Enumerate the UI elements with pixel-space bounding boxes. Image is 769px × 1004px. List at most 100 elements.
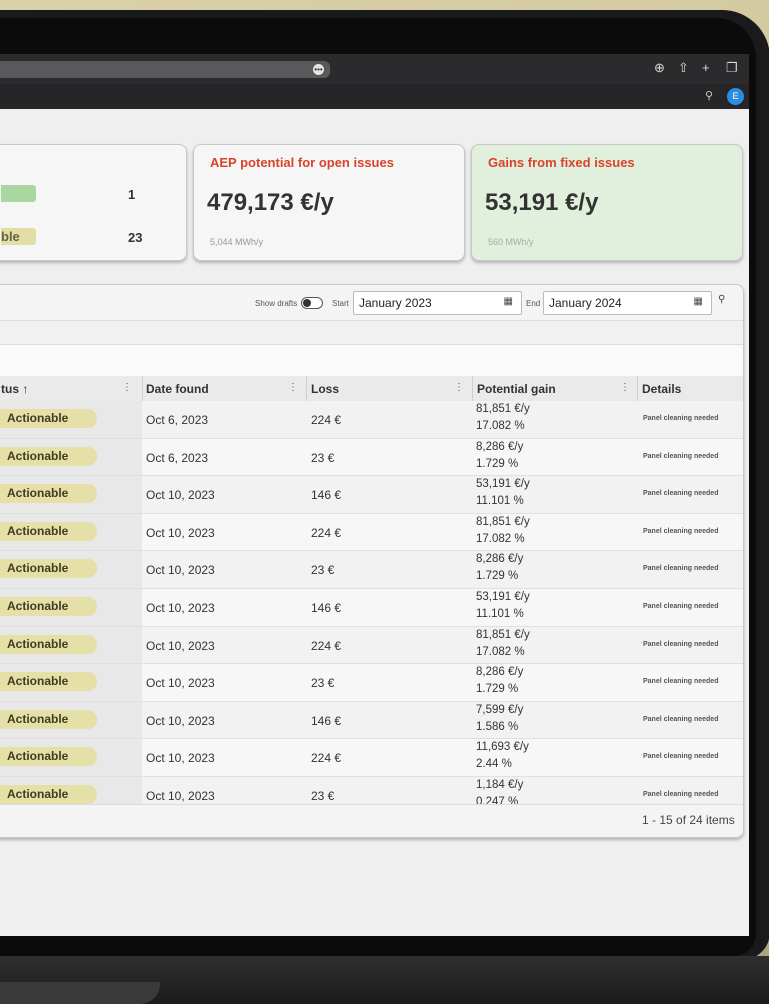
loss-cell: 224 €	[311, 413, 342, 427]
date-found-cell: Oct 10, 2023	[146, 676, 215, 691]
status-bar-green	[1, 185, 36, 202]
status-text: Actionable	[7, 598, 69, 613]
loss-cell: 146 €	[311, 600, 342, 615]
potential-gain-value: 7,599 €/y	[476, 703, 524, 716]
potential-gain-value: 8,286 €/y	[476, 553, 524, 566]
details-cell[interactable]: Panel cleaning needed	[643, 565, 718, 572]
more-icon[interactable]: •••	[313, 64, 324, 75]
table-toolbar: Show drafts Start January 2023 ▦ End Jan…	[0, 285, 743, 320]
table-row[interactable]: Actionable Oct 10, 2023 146 € 53,191 €/y 11.…	[0, 476, 743, 514]
share-icon[interactable]: ⇧	[678, 60, 689, 76]
card-value: 53,191 €/y	[485, 189, 599, 216]
details-cell[interactable]: Panel cleaning needed	[643, 453, 718, 460]
column-divider[interactable]	[637, 376, 638, 401]
page: 1 ble 23 AEP potential for open issues 4…	[0, 109, 749, 936]
loss-cell: 224 €	[311, 525, 342, 540]
new-tab-icon[interactable]: +	[702, 60, 710, 76]
date-found-cell: Oct 10, 2023	[146, 713, 215, 728]
show-drafts-label: Show drafts	[255, 299, 298, 308]
address-bar[interactable]: •••	[0, 61, 330, 78]
status-text: Actionable	[7, 636, 69, 651]
status-text: Actionable	[7, 749, 69, 764]
header-status[interactable]: tus ↑	[1, 382, 28, 396]
column-divider[interactable]	[472, 376, 473, 401]
loss-cell: 23 €	[311, 676, 335, 691]
table-footer: 1 - 15 of 24 items	[0, 804, 743, 837]
potential-gain-value: 11,693 €/y	[476, 741, 529, 754]
aep-potential-card: AEP potential for open issues 479,173 €/…	[193, 144, 465, 261]
header-date-found[interactable]: Date found	[146, 382, 209, 396]
status-bar-actionable: ble	[1, 228, 36, 245]
download-icon[interactable]: ⊕	[654, 60, 665, 76]
end-label: End	[526, 299, 541, 308]
details-cell[interactable]: Panel cleaning needed	[643, 528, 718, 535]
status-cell: Actionable	[0, 401, 142, 438]
details-cell[interactable]: Panel cleaning needed	[643, 791, 718, 798]
potential-gain-value: 8,286 €/y	[476, 666, 524, 679]
table-row[interactable]: Actionable Oct 10, 2023 224 € 11,693 €/y 2.4…	[0, 739, 743, 777]
gains-fixed-card: Gains from fixed issues 53,191 €/y 560 M…	[471, 144, 743, 261]
header-details[interactable]: Details	[642, 382, 681, 396]
table-row[interactable]: Actionable Oct 6, 2023 224 € 81,851 €/y 17.0…	[0, 401, 743, 439]
details-cell[interactable]: Panel cleaning needed	[643, 490, 718, 497]
table-row[interactable]: Actionable Oct 10, 2023 146 € 53,191 €/y 11.…	[0, 588, 743, 627]
status-badge: Actionable	[0, 634, 97, 654]
show-drafts-toggle[interactable]	[301, 297, 323, 309]
calendar-icon[interactable]: ▦	[694, 296, 703, 307]
avatar[interactable]: E	[727, 88, 744, 105]
calendar-icon[interactable]: ▦	[504, 296, 513, 307]
column-menu-icon[interactable]: ⋮	[288, 382, 298, 393]
date-found-cell: Oct 10, 2023	[146, 751, 215, 766]
card-title: AEP potential for open issues	[210, 155, 394, 170]
card-title: Gains from fixed issues	[488, 155, 635, 170]
potential-gain-percent: 1.729 %	[476, 683, 519, 696]
loss-cell: 23 €	[311, 450, 335, 465]
status-text: Actionable	[7, 523, 69, 538]
status-badge: Actionable	[0, 709, 97, 729]
table-row[interactable]: Actionable Oct 6, 2023 23 € 8,286 €/y 1.729 …	[0, 438, 743, 477]
start-date-value: January 2023	[359, 296, 432, 310]
status-text: Actionable	[7, 561, 69, 576]
table-row[interactable]: Actionable Oct 10, 2023 23 € 8,286 €/y 1.729…	[0, 664, 743, 702]
details-cell[interactable]: Panel cleaning needed	[643, 415, 718, 422]
column-divider[interactable]	[142, 376, 143, 401]
header-potential-gain[interactable]: Potential gain	[477, 382, 556, 396]
table-row[interactable]: Actionable Oct 10, 2023 224 € 81,851 €/y 17.…	[0, 626, 743, 665]
column-menu-icon[interactable]: ⋮	[454, 382, 464, 393]
potential-gain-percent: 1.729 %	[476, 570, 519, 583]
status-count: 23	[128, 230, 143, 245]
tabs-icon[interactable]: ❐	[726, 60, 738, 76]
status-text: Actionable	[7, 711, 69, 726]
potential-gain-percent: 17.082 %	[476, 532, 525, 545]
details-cell[interactable]: Panel cleaning needed	[643, 753, 718, 760]
details-cell[interactable]: Panel cleaning needed	[643, 603, 718, 610]
details-cell[interactable]: Panel cleaning needed	[643, 716, 718, 723]
details-cell[interactable]: Panel cleaning needed	[643, 678, 718, 685]
status-cell: Actionable	[0, 701, 142, 739]
search-icon[interactable]: ⚲	[718, 294, 725, 305]
details-cell[interactable]: Panel cleaning needed	[643, 641, 718, 648]
table-row[interactable]: Actionable Oct 10, 2023 23 € 8,286 €/y 1.729…	[0, 551, 743, 589]
status-count: 1	[128, 187, 136, 202]
status-badge: Actionable	[0, 596, 97, 616]
potential-gain-percent: 1.586 %	[476, 720, 519, 733]
laptop-lip	[0, 982, 160, 1004]
loss-cell: 224 €	[311, 638, 342, 653]
potential-gain-percent: 1.729 %	[476, 457, 519, 470]
header-loss[interactable]: Loss	[311, 382, 339, 396]
date-found-cell: Oct 6, 2023	[146, 450, 209, 465]
status-summary-card: 1 ble 23	[0, 144, 187, 261]
search-icon[interactable]: ⚲	[705, 89, 713, 102]
pagination-info: 1 - 15 of 24 items	[642, 813, 735, 827]
potential-gain-percent: 11.101 %	[476, 495, 524, 508]
table-row[interactable]: Actionable Oct 10, 2023 224 € 81,851 €/y 17.…	[0, 513, 743, 552]
card-value: 479,173 €/y	[207, 189, 334, 216]
end-date-input[interactable]: January 2024 ▦	[543, 291, 712, 315]
start-date-input[interactable]: January 2023 ▦	[353, 291, 522, 315]
status-badge: Actionable	[0, 747, 97, 767]
table-row[interactable]: Actionable Oct 10, 2023 146 € 7,599 €/y 1.58…	[0, 701, 743, 740]
potential-gain-value: 1,184 €/y	[476, 778, 524, 791]
column-menu-icon[interactable]: ⋮	[122, 382, 132, 393]
column-menu-icon[interactable]: ⋮	[620, 382, 630, 393]
column-divider[interactable]	[306, 376, 307, 401]
